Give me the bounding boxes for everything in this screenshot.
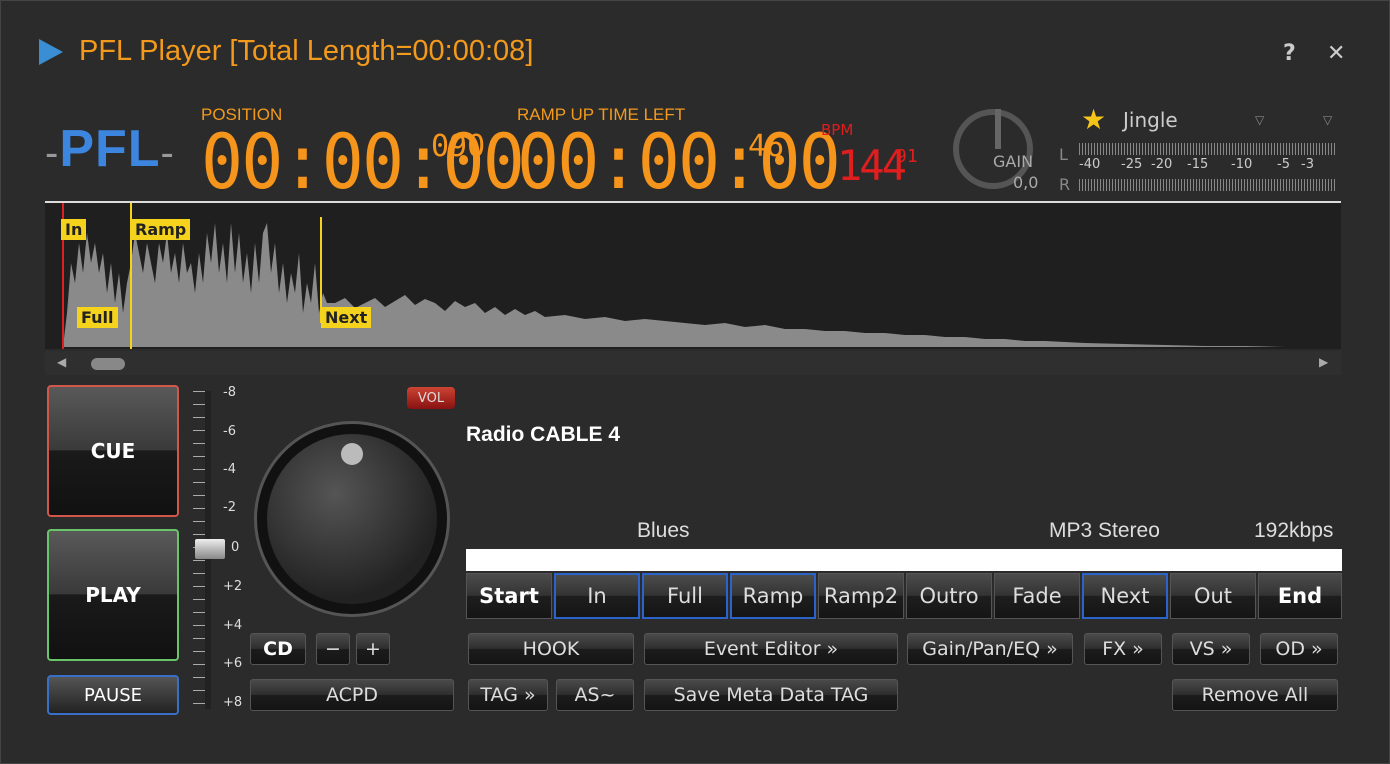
- vol-badge[interactable]: VOL: [407, 387, 455, 409]
- meter-right-bar: [1079, 179, 1337, 191]
- pitch-label: 0: [231, 540, 240, 555]
- close-button[interactable]: ✕: [1327, 41, 1345, 66]
- progress-bar[interactable]: [466, 549, 1342, 571]
- remove-all-button[interactable]: Remove All: [1172, 679, 1338, 711]
- bpm-label: BPM: [821, 121, 854, 139]
- scroll-right-icon[interactable]: ▶: [1319, 355, 1328, 369]
- pitch-label: +2: [223, 579, 243, 594]
- ramp-marker[interactable]: Ramp: [131, 219, 191, 240]
- ramp-time: 00:00:00: [517, 117, 841, 206]
- event-editor-button[interactable]: Event Editor »: [644, 633, 898, 665]
- pitch-label: -4: [223, 462, 236, 477]
- vs-button[interactable]: VS »: [1172, 633, 1250, 665]
- category-label[interactable]: Jingle: [1123, 108, 1178, 132]
- segment-fade-button[interactable]: Fade: [994, 573, 1080, 619]
- pitch-label: -6: [223, 424, 236, 439]
- segment-outro-button[interactable]: Outro: [906, 573, 992, 619]
- segment-next-button[interactable]: Next: [1082, 573, 1168, 619]
- position-ms: 090: [431, 129, 486, 164]
- segment-full-button[interactable]: Full: [642, 573, 728, 619]
- gain-value: 0,0: [1013, 173, 1039, 192]
- help-button[interactable]: ?: [1283, 41, 1296, 66]
- scroll-left-icon[interactable]: ◀: [57, 355, 66, 369]
- hook-button[interactable]: HOOK: [468, 633, 634, 665]
- save-meta-tag-button[interactable]: Save Meta Data TAG: [644, 679, 898, 711]
- category-dropdown-icon[interactable]: ▽: [1255, 113, 1264, 127]
- play-triangle-icon: [39, 39, 63, 65]
- pitch-label: +8: [223, 695, 243, 710]
- od-button[interactable]: OD »: [1260, 633, 1338, 665]
- meter-left-bar: [1079, 143, 1337, 155]
- segment-start-button[interactable]: Start: [466, 573, 552, 619]
- full-marker[interactable]: Full: [77, 307, 118, 328]
- fx-button[interactable]: FX »: [1084, 633, 1162, 665]
- bitrate-label: 192kbps: [1254, 519, 1334, 542]
- ramp-ms: 46: [748, 129, 785, 164]
- options-dropdown-icon[interactable]: ▽: [1323, 113, 1332, 127]
- gain-indicator-icon: [995, 109, 1001, 149]
- pfl-logo: -PFL-: [45, 120, 175, 178]
- minus-button[interactable]: −: [316, 633, 350, 665]
- gain-pan-eq-button[interactable]: Gain/Pan/EQ »: [907, 633, 1073, 665]
- waveform-shape: [63, 223, 1341, 347]
- segment-out-button[interactable]: Out: [1170, 573, 1256, 619]
- tag-button[interactable]: TAG »: [468, 679, 548, 711]
- pause-button[interactable]: PAUSE: [47, 675, 179, 715]
- gain-label: GAIN: [993, 152, 1034, 171]
- bpm-fraction: 91: [896, 146, 918, 167]
- meter-scale: -40 -25 -20 -15 -10 -5 -3: [1079, 157, 1314, 172]
- pfl-label: PFL: [59, 120, 161, 178]
- plus-button[interactable]: +: [356, 633, 390, 665]
- window-title: PFL Player [Total Length=00:00:08]: [79, 35, 534, 67]
- star-icon: ★: [1081, 103, 1107, 136]
- segment-in-button[interactable]: In: [554, 573, 640, 619]
- waveform-scrollbar[interactable]: [45, 351, 1341, 375]
- knob-indicator-icon: [341, 443, 363, 465]
- next-marker[interactable]: Next: [321, 307, 372, 328]
- in-marker[interactable]: In: [61, 219, 87, 240]
- waveform-graph: [62, 203, 1341, 349]
- acpd-button[interactable]: ACPD: [250, 679, 454, 711]
- pitch-label: +6: [223, 656, 243, 671]
- genre-label: Blues: [637, 519, 690, 542]
- segment-ramp-button[interactable]: Ramp: [730, 573, 816, 619]
- play-button[interactable]: PLAY: [47, 529, 179, 661]
- pitch-label: -8: [223, 385, 236, 400]
- pitch-slider-handle[interactable]: [195, 539, 225, 559]
- pitch-label: -2: [223, 500, 236, 515]
- segment-end-button[interactable]: End: [1258, 573, 1342, 619]
- pfl-player-window: PFL Player [Total Length=00:00:08] ? ✕ -…: [0, 0, 1390, 764]
- waveform-display[interactable]: In Ramp Full Next: [45, 201, 1341, 349]
- segment-ramp2-button[interactable]: Ramp2: [818, 573, 904, 619]
- scrollbar-thumb[interactable]: [91, 358, 125, 370]
- meter-left-label: L: [1059, 145, 1068, 164]
- cue-button[interactable]: CUE: [47, 385, 179, 517]
- pitch-label: +4: [223, 618, 243, 633]
- cd-button[interactable]: CD: [250, 633, 306, 665]
- as-button[interactable]: AS~: [556, 679, 634, 711]
- bpm-value: 144: [837, 141, 907, 190]
- station-name: Radio CABLE 4: [466, 423, 621, 446]
- format-label: MP3 Stereo: [1049, 519, 1160, 542]
- meter-right-label: R: [1059, 175, 1071, 194]
